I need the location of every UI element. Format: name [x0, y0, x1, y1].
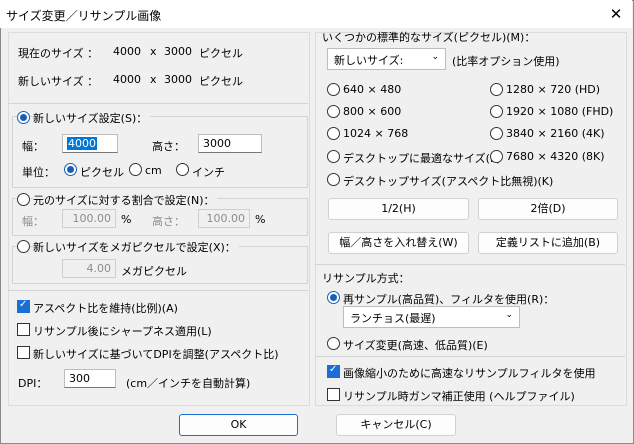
sharpen-label[interactable]: リサンプル後にシャープネス適用(L)	[33, 323, 212, 339]
unit-pixel-radio[interactable]	[64, 163, 77, 176]
size-720-radio[interactable]	[490, 83, 503, 96]
size-1024-label[interactable]: 1024 × 768	[343, 127, 408, 140]
window-title: サイズ変更／リサンプル画像	[6, 9, 162, 23]
width-input[interactable]: 4000	[62, 134, 118, 153]
resize-radio-label[interactable]: サイズ変更(高速、低品質)(E)	[343, 337, 488, 353]
megapixel-unit: メガピクセル	[121, 265, 187, 278]
size-desktop-best-label[interactable]: デスクトップに最適なサイズ(F)	[343, 150, 501, 166]
new-x: x	[150, 73, 157, 86]
standard-sizes-label: いくつかの標準的なサイズ(ピクセル)(M)：	[322, 31, 536, 44]
resample-radio-label[interactable]: 再サンプル(高品質)、フィルタを使用(R)：	[343, 291, 554, 307]
filter-select-value: ランチョス(最遅)	[350, 312, 436, 325]
filter-select[interactable]: ランチョス(最遅) ⌄	[343, 306, 520, 328]
dpi-input[interactable]: 300	[64, 369, 116, 388]
size-desktop-label[interactable]: デスクトップサイズ(アスペクト比無視)(K)	[343, 173, 553, 189]
ratio-note: (比率オプション使用)	[452, 55, 560, 68]
gamma-label[interactable]: リサンプル時ガンマ補正使用 (ヘルプファイル)	[343, 388, 575, 404]
size-720-label[interactable]: 1280 × 720 (HD)	[506, 83, 600, 96]
size-1080-label[interactable]: 1920 × 1080 (FHD)	[506, 105, 613, 118]
size-4k-radio[interactable]	[490, 127, 503, 140]
dpi-note: (cm／インチを自動計算)	[126, 377, 251, 390]
unit-inch-label[interactable]: インチ	[192, 164, 225, 180]
size-800-label[interactable]: 800 × 600	[343, 105, 401, 118]
preset-select[interactable]: 新しいサイズ: ⌄	[327, 48, 446, 70]
divider	[315, 264, 625, 265]
size-640-radio[interactable]	[327, 83, 340, 96]
new-width: 4000	[113, 73, 141, 86]
fast-filter-checkbox[interactable]	[327, 364, 340, 378]
percent-width-input[interactable]: 100.00	[62, 209, 116, 228]
megapixel-input[interactable]: 4.00	[62, 259, 116, 278]
unit-label: 単位：	[22, 166, 55, 179]
divider	[315, 356, 625, 357]
megapixel-radio[interactable]	[17, 240, 30, 253]
current-size-label: 現在のサイズ ：	[18, 47, 99, 60]
cancel-button[interactable]: キャンセル(C)	[336, 414, 456, 436]
width-label: 幅：	[22, 140, 44, 153]
ok-button[interactable]: OK	[179, 414, 298, 436]
set-size-radio-label[interactable]: 新しいサイズ設定(S)：	[33, 110, 151, 126]
divider	[8, 103, 308, 104]
keep-aspect-checkbox[interactable]	[17, 299, 30, 313]
new-height: 3000	[164, 73, 192, 86]
set-size-radio[interactable]	[17, 111, 30, 124]
gamma-checkbox[interactable]	[327, 388, 340, 401]
chevron-down-icon: ⌄	[505, 310, 513, 320]
adjust-dpi-checkbox[interactable]	[17, 346, 30, 359]
size-desktop-best-radio[interactable]	[327, 150, 340, 163]
size-640-label[interactable]: 640 × 480	[343, 83, 401, 96]
size-1080-radio[interactable]	[490, 105, 503, 118]
height-label: 高さ：	[152, 140, 185, 153]
swap-button[interactable]: 幅／高さを入れ替え(W)	[328, 232, 469, 254]
current-x: x	[150, 45, 157, 58]
keep-aspect-label[interactable]: アスペクト比を維持(比例)(A)	[33, 300, 178, 316]
unit-cm-radio[interactable]	[129, 163, 142, 176]
add-list-button[interactable]: 定義リストに追加(B)	[478, 232, 618, 254]
current-width: 4000	[113, 45, 141, 58]
current-unit: ピクセル	[199, 47, 243, 60]
unit-inch-radio[interactable]	[176, 163, 189, 176]
megapixel-radio-label[interactable]: 新しいサイズをメガピクセルで設定(X)：	[33, 239, 239, 255]
sharpen-checkbox[interactable]	[17, 323, 30, 336]
fast-filter-label[interactable]: 画像縮小のために高速なリサンプルフィルタを使用	[343, 365, 595, 381]
new-size-label: 新しいサイズ ：	[18, 75, 99, 88]
percent-radio-label[interactable]: 元のサイズに対する割合で設定(N)：	[33, 192, 218, 208]
percent-height-label: 高さ：	[152, 215, 185, 228]
width-input-value: 4000	[67, 137, 97, 150]
percent-height-unit: %	[255, 213, 266, 226]
resample-radio[interactable]	[327, 291, 340, 304]
current-height: 3000	[164, 45, 192, 58]
double-button[interactable]: 2倍(D)	[478, 198, 618, 220]
chevron-down-icon: ⌄	[431, 52, 439, 62]
unit-cm-label[interactable]: cm	[145, 164, 162, 177]
percent-height-input[interactable]: 100.00	[198, 209, 250, 228]
resample-label: リサンプル方式：	[322, 272, 410, 285]
dpi-label: DPI：	[18, 377, 48, 390]
half-button[interactable]: 1/2(H)	[328, 198, 469, 220]
size-8k-radio[interactable]	[490, 150, 503, 163]
unit-pixel-label[interactable]: ピクセル	[80, 164, 124, 180]
size-8k-label[interactable]: 7680 × 4320 (8K)	[506, 150, 605, 163]
percent-width-label: 幅：	[22, 215, 44, 228]
new-unit: ピクセル	[199, 75, 243, 88]
close-icon[interactable]: ✕	[605, 4, 627, 24]
height-input[interactable]: 3000	[198, 134, 262, 153]
percent-width-unit: %	[121, 213, 132, 226]
size-1024-radio[interactable]	[327, 127, 340, 140]
size-desktop-radio[interactable]	[327, 173, 340, 186]
percent-radio[interactable]	[17, 193, 30, 206]
divider	[8, 290, 308, 291]
resize-radio[interactable]	[327, 337, 340, 350]
preset-select-value: 新しいサイズ:	[334, 54, 404, 67]
size-800-radio[interactable]	[327, 105, 340, 118]
adjust-dpi-label[interactable]: 新しいサイズに基づいてDPIを調整(アスペクト比)	[33, 346, 279, 362]
size-4k-label[interactable]: 3840 × 2160 (4K)	[506, 127, 605, 140]
